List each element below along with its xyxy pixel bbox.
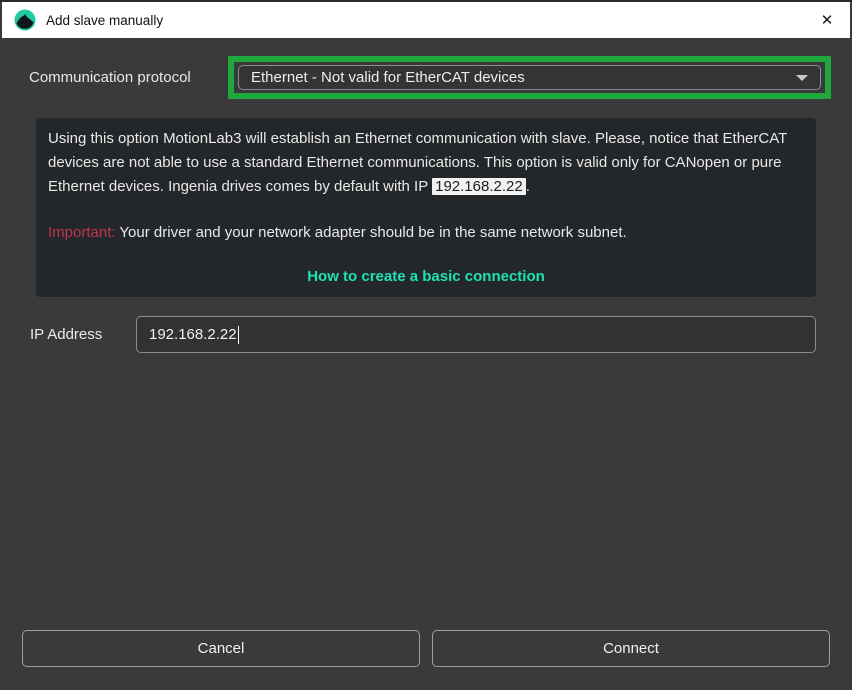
chevron-down-icon xyxy=(796,75,808,81)
info-paragraph: Using this option MotionLab3 will establ… xyxy=(48,127,804,199)
text-caret xyxy=(238,326,239,344)
ip-address-label: IP Address xyxy=(30,316,102,353)
important-label: Important: xyxy=(48,224,116,241)
titlebar[interactable]: Add slave manually ✕ xyxy=(2,2,850,38)
communication-protocol-dropdown[interactable]: Ethernet - Not valid for EtherCAT device… xyxy=(238,65,821,90)
important-text: Your driver and your network adapter sho… xyxy=(116,224,627,241)
cancel-button[interactable]: Cancel xyxy=(22,630,420,667)
window-title: Add slave manually xyxy=(46,13,163,28)
how-to-create-basic-connection-link[interactable]: How to create a basic connection xyxy=(48,265,804,289)
info-text-end: . xyxy=(526,178,530,195)
default-ip-highlight: 192.168.2.22 xyxy=(432,178,526,195)
info-panel: Using this option MotionLab3 will establ… xyxy=(36,118,816,297)
close-icon[interactable]: ✕ xyxy=(804,2,850,38)
ip-address-input[interactable]: 192.168.2.22 xyxy=(136,316,816,353)
info-text: Using this option MotionLab3 will establ… xyxy=(48,130,787,195)
motionlab3-logo-icon xyxy=(14,9,36,31)
connect-button[interactable]: Connect xyxy=(432,630,830,667)
important-note: Important: Your driver and your network … xyxy=(48,221,804,245)
add-slave-dialog: Add slave manually ✕ Communication proto… xyxy=(0,0,852,690)
communication-protocol-label: Communication protocol xyxy=(29,57,191,99)
communication-protocol-value: Ethernet - Not valid for EtherCAT device… xyxy=(251,69,525,86)
ip-address-value: 192.168.2.22 xyxy=(149,326,237,343)
tutorial-highlight-frame: Ethernet - Not valid for EtherCAT device… xyxy=(228,56,831,99)
